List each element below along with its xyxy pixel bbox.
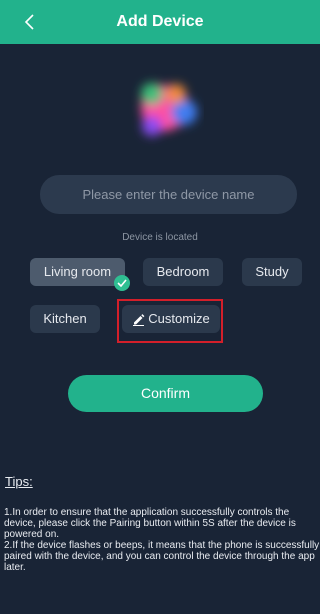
header-bar: Add Device <box>0 0 320 44</box>
chip-label: Bedroom <box>156 264 210 279</box>
chip-label: Study <box>255 264 289 279</box>
location-label: Device is located <box>122 232 198 243</box>
location-chip-customize[interactable]: Customize <box>122 305 220 333</box>
chip-label: Customize <box>148 311 210 326</box>
location-chip-kitchen[interactable]: Kitchen <box>30 305 100 333</box>
tips-body: 1.In order to ensure that the applicatio… <box>4 507 320 573</box>
tips-title: Tips: <box>5 474 33 489</box>
device-name-input[interactable] <box>40 175 297 214</box>
location-chip-living-room[interactable]: Living room <box>30 258 130 291</box>
confirm-button[interactable]: Confirm <box>68 375 263 412</box>
device-image <box>141 83 197 136</box>
location-chip-study[interactable]: Study <box>242 258 302 286</box>
chip-label: Living room <box>43 264 112 279</box>
location-chip-bedroom[interactable]: Bedroom <box>143 258 223 286</box>
tip-item: 2.If the device flashes or beeps, it mea… <box>4 540 320 573</box>
check-icon <box>117 279 127 287</box>
tip-item: 1.In order to ensure that the applicatio… <box>4 507 296 540</box>
page-title: Add Device <box>116 13 204 30</box>
selected-check-badge <box>114 275 130 291</box>
pencil-icon <box>133 313 145 326</box>
chip-label: Kitchen <box>43 311 87 326</box>
